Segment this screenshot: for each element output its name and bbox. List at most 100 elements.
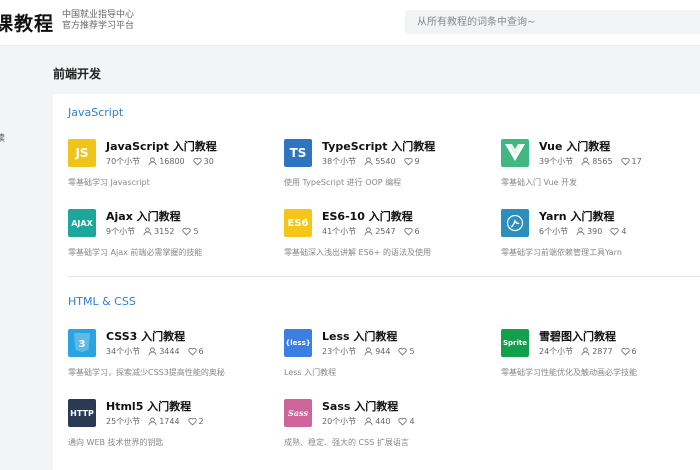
learners-count: 16800: [159, 157, 185, 166]
likes-count: 30: [203, 157, 214, 166]
course-desc: Less 入门教程: [284, 368, 337, 377]
yarn-icon: [501, 209, 529, 237]
ajax-icon: AJAX: [68, 209, 96, 237]
section-title: 前端开发: [53, 67, 102, 81]
sections-count: 70个小节: [106, 157, 141, 166]
less-icon: {less}: [284, 329, 312, 357]
sections-count: 38个小节: [322, 157, 357, 166]
course-desc: 零基础深入浅出讲解 ES6+ 的语法及使用: [284, 248, 432, 257]
course-desc: 零基础学习 Javascript: [68, 178, 150, 187]
top-bar: 课教程 中国就业指导中心 官方推荐学习平台: [0, 0, 700, 46]
heart-icon: [187, 347, 199, 356]
category-title: HTML & CSS: [68, 295, 136, 308]
likes-count: 4: [621, 227, 627, 236]
learners-count: 3152: [154, 227, 175, 236]
course-desc: 零基础入门 Vue 开发: [501, 178, 578, 187]
likes-count: 6: [414, 227, 420, 236]
course-card[interactable]: AJAX Ajax 入门教程 9个小节 3152 5 零基础学习 Ajax 前端必需…: [68, 209, 268, 267]
user-icon: [364, 227, 375, 236]
likes-count: 4: [409, 417, 415, 426]
sections-count: 41个小节: [322, 227, 357, 236]
sections-count: 39个小节: [539, 157, 574, 166]
course-card[interactable]: Sprite 雪碧图入门教程 24个小节 2877 6 零基础学习性能优化及触动画必…: [501, 329, 700, 387]
heart-icon: [182, 227, 193, 236]
course-panel: JavaScript JS JavaScript 入门教程 70个小节 16800…: [53, 94, 700, 470]
likes-count: 17: [631, 157, 642, 166]
course-title: Vue 入门教程: [539, 140, 611, 153]
sidebar-fragment: 读: [0, 134, 6, 144]
category-divider: [68, 276, 700, 277]
course-title: CSS3 入门教程: [106, 330, 186, 343]
learners-count: 944: [375, 347, 391, 356]
course-meta: 6个小节 390 4: [539, 226, 626, 237]
course-meta: 38个小节 5540 9: [322, 156, 420, 167]
course-card[interactable]: HTTP Html5 入门教程 25个小节 1744 2 通向 WEB 技术世界的钥…: [68, 399, 268, 457]
category-title: JavaScript: [68, 106, 124, 119]
heart-icon: [620, 347, 632, 356]
course-card[interactable]: Sass Sass 入门教程 20个小节 440 4 成熟、稳定、强大的 CSS 扩…: [284, 399, 484, 457]
heart-icon: [403, 227, 415, 236]
course-meta: 39个小节 8565 17: [539, 156, 642, 167]
course-title: Ajax 入门教程: [106, 210, 181, 223]
course-meta: 23个小节 944 5: [322, 346, 415, 357]
course-card[interactable]: JS JavaScript 入门教程 70个小节 16800 30 零基础学习 Ja…: [68, 139, 268, 197]
course-meta: 20个小节 440 4: [322, 416, 415, 427]
course-card[interactable]: ES6 ES6-10 入门教程 41个小节 2547 6 零基础深入浅出讲解 ES6…: [284, 209, 484, 267]
course-desc: 通向 WEB 技术世界的钥匙: [68, 438, 164, 447]
user-icon: [581, 347, 592, 356]
learners-count: 5540: [375, 157, 396, 166]
sass-icon: Sass: [284, 399, 312, 427]
course-meta: 24个小节 2877 6: [539, 346, 637, 357]
user-icon: [148, 347, 159, 356]
course-title: Yarn 入门教程: [539, 210, 615, 223]
sections-count: 23个小节: [322, 347, 357, 356]
search-input[interactable]: [405, 10, 700, 34]
learners-count: 2877: [592, 347, 613, 356]
sections-count: 20个小节: [322, 417, 357, 426]
learners-count: 2547: [375, 227, 396, 236]
user-icon: [576, 227, 587, 236]
heart-icon: [403, 157, 415, 166]
course-title: 雪碧图入门教程: [539, 330, 616, 343]
course-desc: 成熟、稳定、强大的 CSS 扩展语言: [284, 438, 409, 447]
course-title: JavaScript 入门教程: [106, 140, 217, 153]
course-title: TypeScript 入门教程: [322, 140, 436, 153]
learners-count: 3444: [159, 347, 180, 356]
course-meta: 34个小节 3444 6: [106, 346, 204, 357]
likes-count: 6: [631, 347, 637, 356]
sections-count: 24个小节: [539, 347, 574, 356]
course-title: ES6-10 入门教程: [322, 210, 413, 223]
es6-icon: ES6: [284, 209, 312, 237]
ts-icon: TS: [284, 139, 312, 167]
heart-icon: [187, 417, 199, 426]
course-meta: 70个小节 16800 30: [106, 156, 214, 167]
sections-count: 34个小节: [106, 347, 141, 356]
course-title: Html5 入门教程: [106, 400, 192, 413]
course-card[interactable]: TS TypeScript 入门教程 38个小节 5540 9 使用 TypeScr…: [284, 139, 484, 197]
sections-count: 6个小节: [539, 227, 569, 236]
likes-count: 6: [198, 347, 204, 356]
course-card[interactable]: Vue 入门教程 39个小节 8565 17 零基础入门 Vue 开发: [501, 139, 700, 197]
heart-icon: [610, 227, 621, 236]
course-card[interactable]: 3 CSS3 入门教程 34个小节 3444 6 零基础学习，探索减少CSS3提高性…: [68, 329, 268, 387]
learners-count: 1744: [159, 417, 180, 426]
site-tagline: 中国就业指导中心 官方推荐学习平台: [62, 10, 134, 32]
likes-count: 9: [414, 157, 420, 166]
heart-icon: [398, 347, 409, 356]
course-card[interactable]: Yarn 入门教程 6个小节 390 4 零基础学习前端依赖管理工具Yarn: [501, 209, 700, 267]
learners-count: 8565: [592, 157, 613, 166]
js-icon: JS: [68, 139, 96, 167]
learners-count: 390: [587, 227, 603, 236]
likes-count: 5: [409, 347, 415, 356]
course-meta: 41个小节 2547 6: [322, 226, 420, 237]
tagline-line-2: 官方推荐学习平台: [62, 21, 135, 31]
likes-count: 2: [198, 417, 204, 426]
course-card[interactable]: {less} Less 入门教程 23个小节 944 5 Less 入门教程: [284, 329, 484, 387]
user-icon: [364, 417, 375, 426]
site-logo[interactable]: 课教程: [0, 9, 54, 36]
heart-icon: [398, 417, 409, 426]
course-title: Less 入门教程: [322, 330, 398, 343]
user-icon: [581, 157, 592, 166]
heart-icon: [192, 157, 204, 166]
sprite-icon: Sprite: [501, 329, 529, 357]
